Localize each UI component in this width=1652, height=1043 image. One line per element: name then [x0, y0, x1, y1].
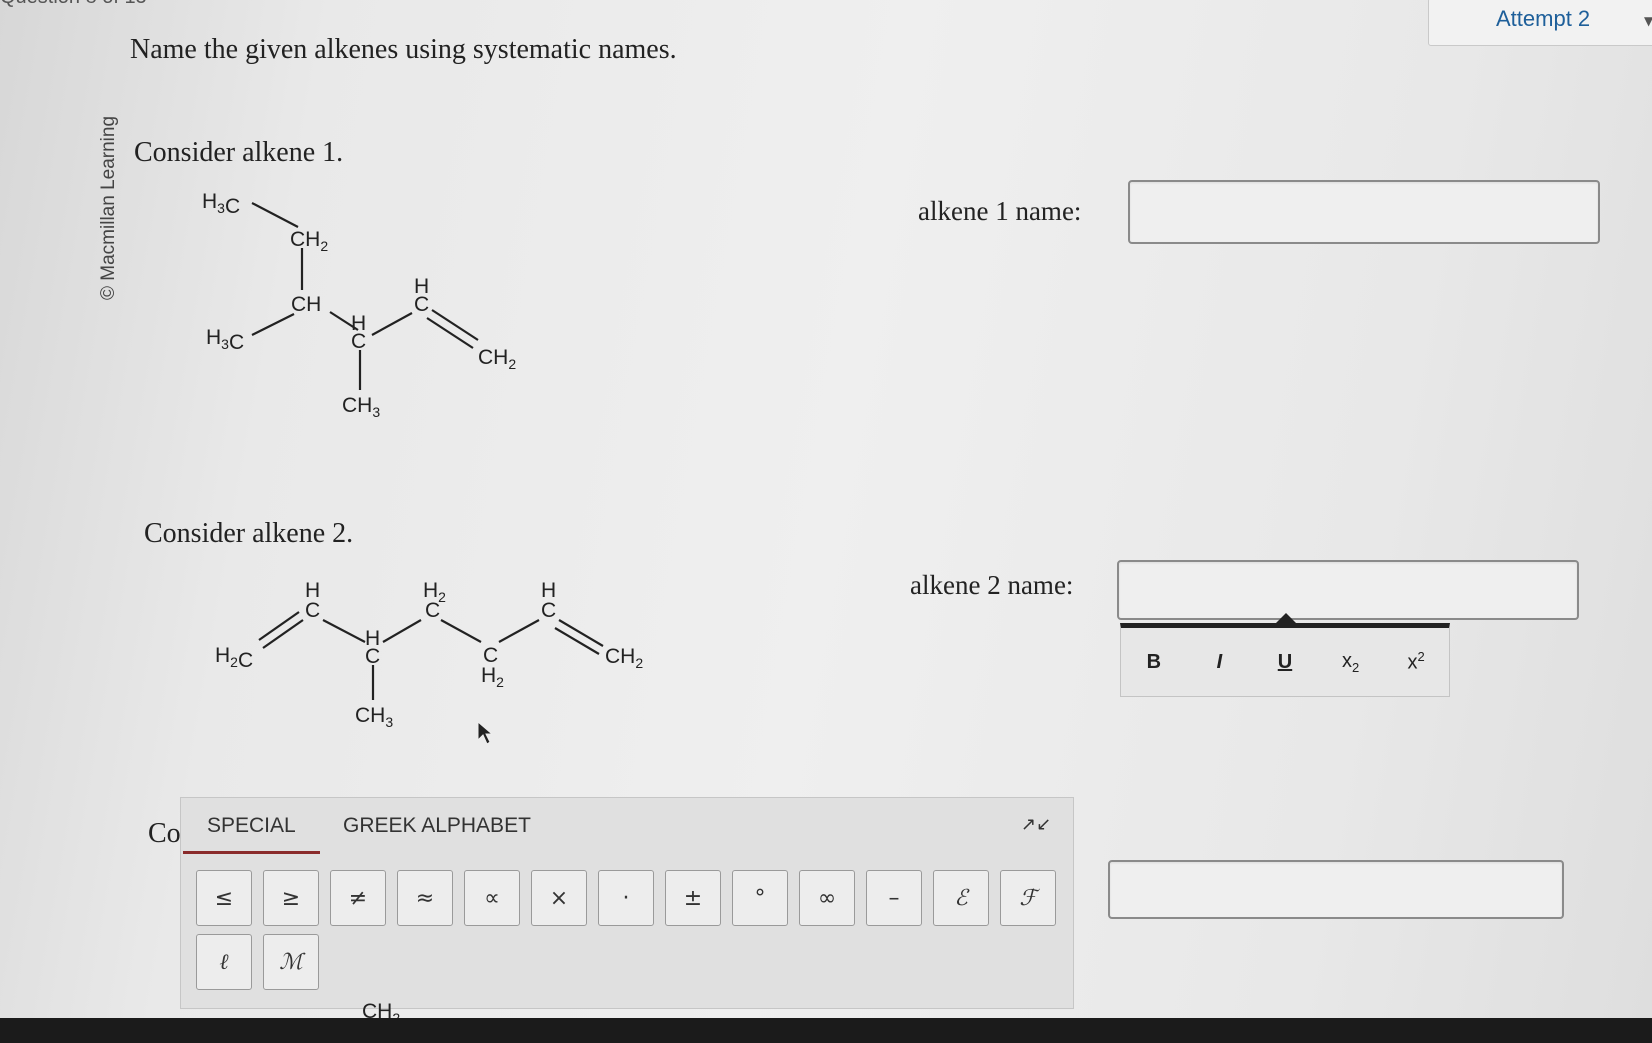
subscript-base: x [1341, 649, 1352, 672]
atom-c5-c: C [541, 599, 556, 622]
atom-h2c: H2C [215, 644, 253, 672]
symbol-script-m[interactable]: ℳ [263, 934, 319, 990]
toolbar-pointer [1276, 613, 1296, 623]
symbol-palette: SPECIAL GREEK ALPHABET ↗↙ ≤ ≥ ≠ ≈ ∝ × · … [180, 797, 1074, 1009]
symbol-degree[interactable]: ° [732, 870, 788, 926]
atom-methyl: CH3 [342, 394, 380, 420]
atom-c1-c: C [305, 599, 320, 622]
alkene1-bonds [251, 202, 479, 390]
alkene2-intro: Consider alkene 2. [144, 518, 354, 549]
symbol-plus-minus[interactable]: ± [665, 870, 721, 926]
alkene1-name-input[interactable] [1128, 180, 1600, 244]
atom-methine-c: C [351, 330, 366, 353]
alkene1-intro: Consider alkene 1. [134, 137, 344, 168]
symbol-middot[interactable]: · [598, 870, 654, 926]
superscript-mark: 2 [1417, 649, 1425, 665]
alkene1-name-label: alkene 1 name: [918, 196, 1082, 226]
underline-button[interactable]: U [1257, 651, 1313, 674]
atom-c4-h2: H2 [481, 664, 504, 690]
alkene2-bonds [258, 611, 604, 700]
atom-vinyl-c: C [414, 293, 429, 316]
bold-button[interactable]: B [1126, 651, 1182, 674]
subscript-button[interactable]: x2 [1323, 650, 1379, 675]
atom-h3c-top: H3C [202, 190, 240, 218]
atom-terminal-ch2: CH2 [605, 645, 643, 671]
alkene2-structure: H2C H C H C CH3 H2 C C H2 H C CH2 [215, 579, 643, 730]
symbol-approx[interactable]: ≈ [397, 870, 453, 926]
symbol-script-l[interactable]: ℓ [196, 934, 252, 990]
atom-ch2: CH2 [290, 228, 328, 254]
alkene2-name-label: alkene 2 name: [910, 570, 1074, 600]
atom-ch: CH [291, 293, 321, 316]
alkene3-intro-partial: Co [148, 818, 181, 849]
bottom-screen-bezel [0, 1018, 1652, 1043]
atom-c2-c: C [365, 645, 380, 668]
symbol-script-e[interactable]: ℰ [933, 870, 989, 926]
question-prompt: Name the given alkenes using systematic … [130, 34, 677, 65]
symbol-not-equal[interactable]: ≠ [330, 870, 386, 926]
symbol-greater-equal[interactable]: ≥ [263, 870, 319, 926]
collapse-icon[interactable]: ↗↙ [1021, 814, 1051, 835]
atom-methyl: CH3 [355, 704, 393, 730]
superscript-button[interactable]: x2 [1388, 649, 1444, 675]
symbol-script-f[interactable]: ℱ [1000, 870, 1056, 926]
copyright-notice: © Macmillan Learning [98, 115, 119, 300]
tab-special[interactable]: SPECIAL [183, 814, 320, 854]
symbol-en-dash[interactable]: – [866, 870, 922, 926]
alkene3-name-input[interactable] [1108, 860, 1564, 919]
alkene2-name-input[interactable] [1117, 560, 1579, 620]
symbol-times[interactable]: × [531, 870, 587, 926]
mouse-cursor-icon [477, 720, 494, 745]
alkene1-structure: H3C CH2 CH H3C H C CH3 H C CH2 [202, 190, 516, 420]
tab-greek-alphabet[interactable]: GREEK ALPHABET [343, 814, 531, 838]
symbol-proportional[interactable]: ∝ [464, 870, 520, 926]
subscript-mark: 2 [1351, 659, 1360, 675]
symbol-less-equal[interactable]: ≤ [196, 870, 252, 926]
atom-c3-c: C [425, 599, 440, 622]
format-toolbar: B I U x2 x2 [1120, 623, 1450, 697]
symbol-infinity[interactable]: ∞ [799, 870, 855, 926]
atom-h3c-left: H3C [206, 326, 244, 354]
italic-button[interactable]: I [1191, 651, 1247, 674]
superscript-base: x [1407, 651, 1418, 674]
attempt-label: Attempt 2 [1496, 6, 1591, 31]
atom-terminal-ch2: CH2 [478, 346, 516, 372]
chevron-down-icon[interactable]: ▼ [1644, 14, 1652, 28]
symbol-tabs: SPECIAL GREEK ALPHABET ↗↙ [181, 798, 1073, 854]
